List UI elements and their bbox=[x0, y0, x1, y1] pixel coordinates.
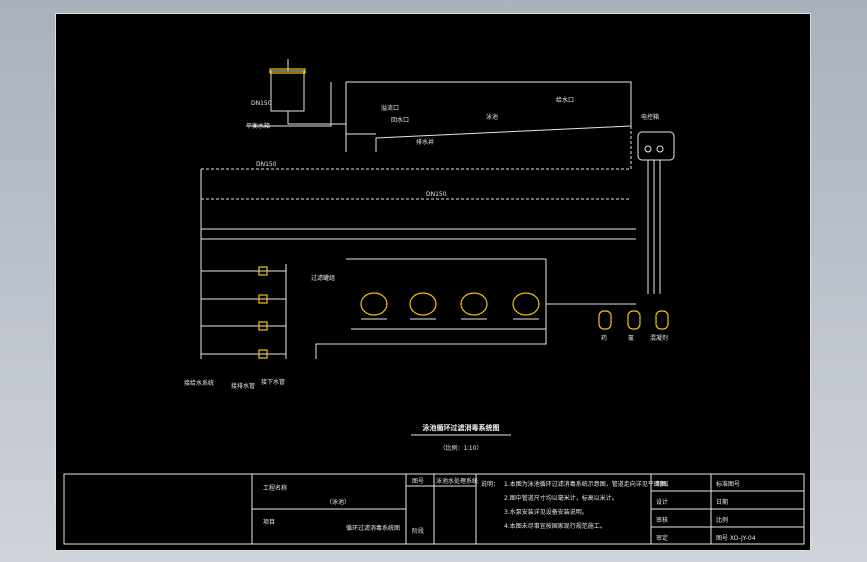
control-box-label: 电控箱 bbox=[641, 113, 659, 121]
balance-tank-label: DN150 bbox=[251, 100, 272, 107]
return-port-label: 回水口 bbox=[391, 116, 409, 124]
drawing-sheet: DN150 平衡水箱 泳池 溢流口 回水口 给水口 排水井 电控箱 DN150 … bbox=[55, 13, 811, 551]
bottom-label-2: 接排水管 bbox=[231, 382, 255, 390]
stage-label: 阶段 bbox=[412, 527, 424, 535]
row-4-label: 审定 bbox=[656, 534, 668, 542]
balance-tank: DN150 平衡水箱 bbox=[246, 59, 306, 130]
project-label: 工程名称 bbox=[263, 484, 287, 492]
pool-label: 泳池 bbox=[486, 113, 498, 121]
row-1-label: 制图 bbox=[656, 480, 668, 488]
filter-tank-3 bbox=[460, 292, 488, 320]
chem-tank-3-label: 混凝剂 bbox=[650, 334, 668, 342]
note-1: 1.本图为泳池循环过滤消毒系统示意图，管道走向详见平面图。 bbox=[504, 480, 672, 488]
diagram-title: 泳池循环过滤消毒系统图 bbox=[423, 423, 500, 432]
chem-tank-1: 药 bbox=[598, 310, 612, 342]
pipe-label-2: DN150 bbox=[426, 191, 447, 198]
control-box: 电控箱 bbox=[637, 113, 675, 294]
overflow-port-label: 溢流口 bbox=[381, 104, 399, 112]
filter-tank-4 bbox=[512, 292, 540, 320]
drawing-label: 项目 bbox=[263, 519, 275, 526]
col-label: 图号 bbox=[412, 478, 424, 485]
filter-tank-2 bbox=[409, 292, 437, 320]
note-4: 4.本图未尽事宜按国家现行规范施工。 bbox=[504, 522, 606, 530]
system-diagram: DN150 平衡水箱 泳池 溢流口 回水口 给水口 排水井 电控箱 DN150 … bbox=[63, 59, 805, 545]
drain-well-label: 排水井 bbox=[416, 138, 434, 146]
bottom-label-3: 接下水管 bbox=[261, 378, 285, 386]
row-3-label: 审核 bbox=[656, 516, 668, 524]
row-2-value: 日期 bbox=[716, 498, 728, 506]
row-1-value: 标准图号 bbox=[716, 480, 740, 488]
pool-shape: 泳池 溢流口 回水口 给水口 排水井 bbox=[345, 81, 632, 152]
filter-return-pipe bbox=[315, 259, 547, 359]
row-4-value: 图号 XO-JY-04 bbox=[716, 535, 756, 542]
chem-tank-2-label: 氯 bbox=[628, 334, 634, 342]
notes-label: 说明： bbox=[481, 480, 499, 488]
pump-group bbox=[201, 264, 287, 359]
row-3-value: 比例 bbox=[716, 516, 728, 524]
filter-group-label: 过滤罐组 bbox=[311, 274, 335, 282]
title-block: 工程名称 （泳池） 项目 循环过滤消毒系统图 图号 泳池水处理系统 阶段 说明：… bbox=[63, 473, 805, 545]
inlet-port-label: 给水口 bbox=[556, 96, 574, 104]
tank-pipe bbox=[287, 111, 346, 125]
chem-tank-2: 氯 bbox=[627, 310, 641, 342]
pipe-label-1: DN150 bbox=[256, 161, 277, 168]
row-2-label: 设计 bbox=[656, 498, 668, 506]
chem-tank-3: 混凝剂 bbox=[650, 310, 669, 342]
chem-tank-1-label: 药 bbox=[601, 334, 607, 342]
note-3: 3.水泵安装详见设备安装说明。 bbox=[504, 508, 588, 516]
note-2: 2.图中管道尺寸均以毫米计，标高以米计。 bbox=[504, 494, 618, 502]
project-value: （泳池） bbox=[326, 498, 350, 506]
drawing-value: 循环过滤消毒系统图 bbox=[346, 524, 400, 532]
col-value: 泳池水处理系统 bbox=[436, 477, 478, 485]
filter-tank-1 bbox=[360, 292, 388, 320]
diagram-subtitle: （比例：1∶10） bbox=[439, 444, 482, 452]
bottom-label-1: 接给水系统 bbox=[184, 379, 214, 387]
